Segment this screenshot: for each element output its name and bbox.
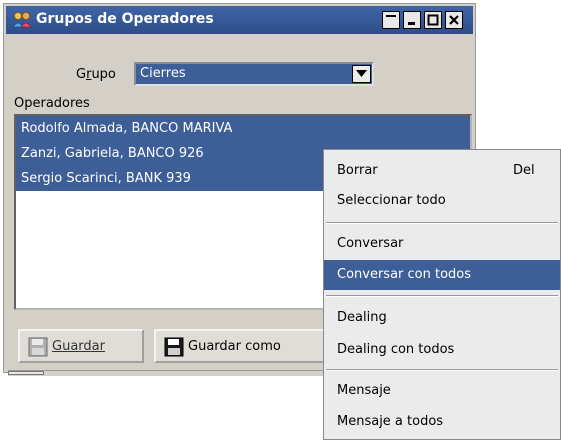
chevron-down-icon[interactable]: [352, 65, 371, 83]
maximize-icon[interactable]: [424, 11, 442, 29]
guardar-como-button[interactable]: Guardar como: [154, 329, 330, 363]
grupo-label: Grupo: [76, 67, 116, 82]
menu-item-borrar[interactable]: Borrar Del: [324, 156, 560, 186]
list-item[interactable]: Rodolfo Almada, BANCO MARIVA: [16, 116, 470, 141]
menu-item-mensaje[interactable]: Mensaje: [324, 376, 560, 406]
guardar-label: Guardar: [52, 339, 105, 354]
floppy-disk-icon: [28, 337, 48, 357]
grupo-selected-value: Cierres: [140, 66, 186, 81]
menu-separator: [326, 369, 558, 371]
menu-item-mensaje-a-todos[interactable]: Mensaje a todos: [324, 407, 560, 437]
guardar-button[interactable]: Guardar: [18, 329, 144, 363]
shade-icon[interactable]: [382, 11, 400, 29]
context-menu: Borrar Del Seleccionar todo Conversar Co…: [323, 149, 561, 440]
title-bar[interactable]: Grupos de Operadores: [6, 6, 473, 34]
floppy-disk-icon: [164, 337, 184, 357]
window-title: Grupos de Operadores: [36, 11, 214, 27]
operadores-label: Operadores: [14, 96, 90, 111]
menu-item-conversar[interactable]: Conversar: [324, 229, 560, 259]
menu-separator: [326, 222, 558, 224]
minimize-icon[interactable]: [403, 11, 421, 29]
menu-separator: [326, 295, 558, 297]
menu-item-seleccionar-todo[interactable]: Seleccionar todo: [324, 186, 560, 216]
people-icon: [12, 10, 32, 30]
grupo-select[interactable]: Cierres: [134, 62, 374, 86]
menu-item-dealing-con-todos[interactable]: Dealing con todos: [324, 335, 560, 365]
scrollbar-thumb[interactable]: [8, 371, 44, 375]
close-icon[interactable]: [445, 11, 463, 29]
shortcut-label: Del: [513, 163, 535, 178]
menu-item-conversar-con-todos[interactable]: Conversar con todos: [324, 260, 560, 290]
menu-item-dealing[interactable]: Dealing: [324, 303, 560, 333]
guardar-como-label: Guardar como: [188, 339, 281, 354]
